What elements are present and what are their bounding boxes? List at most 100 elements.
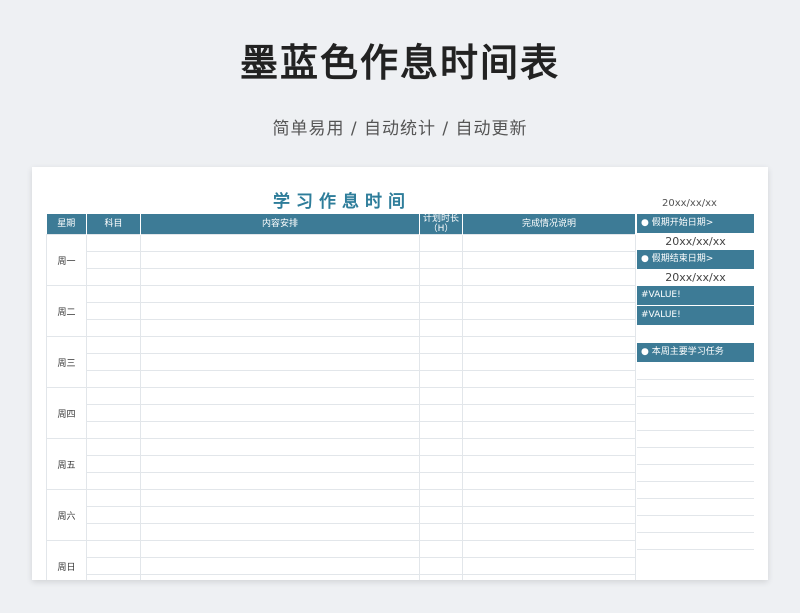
schedule-cell[interactable] (419, 387, 463, 405)
task-line[interactable] (637, 397, 754, 414)
task-line[interactable] (637, 448, 754, 465)
schedule-cell[interactable] (86, 268, 141, 286)
schedule-cell[interactable] (86, 285, 141, 303)
schedule-cell[interactable] (419, 336, 463, 354)
schedule-cell[interactable] (140, 387, 420, 405)
task-line[interactable] (637, 516, 754, 533)
schedule-cell[interactable] (419, 455, 463, 473)
schedule-cell[interactable] (140, 302, 420, 320)
schedule-cell[interactable] (86, 404, 141, 422)
schedule-cell[interactable] (86, 302, 141, 320)
task-line[interactable] (637, 380, 754, 397)
table-row (47, 353, 636, 371)
schedule-cell[interactable] (86, 574, 141, 580)
schedule-cell[interactable] (462, 404, 636, 422)
schedule-cell[interactable] (462, 455, 636, 473)
schedule-cell[interactable] (462, 285, 636, 303)
schedule-cell[interactable] (462, 302, 636, 320)
schedule-cell[interactable] (86, 387, 141, 405)
schedule-cell[interactable] (462, 387, 636, 405)
schedule-cell[interactable] (462, 489, 636, 507)
schedule-cell[interactable] (419, 319, 463, 337)
schedule-cell[interactable] (140, 353, 420, 371)
schedule-cell[interactable] (419, 234, 463, 252)
schedule-cell[interactable] (140, 489, 420, 507)
schedule-cell[interactable] (462, 234, 636, 252)
schedule-cell[interactable] (140, 404, 420, 422)
schedule-cell[interactable] (86, 489, 141, 507)
weekly-tasks-label: ● 本周主要学习任务 (637, 343, 754, 362)
task-line[interactable] (637, 465, 754, 482)
schedule-cell[interactable] (86, 506, 141, 524)
schedule-cell[interactable] (419, 557, 463, 575)
schedule-cell[interactable] (462, 353, 636, 371)
schedule-cell[interactable] (419, 472, 463, 490)
schedule-cell[interactable] (86, 336, 141, 354)
schedule-cell[interactable] (140, 574, 420, 580)
schedule-cell[interactable] (462, 540, 636, 558)
schedule-cell[interactable] (140, 285, 420, 303)
schedule-cell[interactable] (462, 438, 636, 456)
schedule-cell[interactable] (419, 285, 463, 303)
schedule-cell[interactable] (86, 557, 141, 575)
schedule-cell[interactable] (140, 251, 420, 269)
schedule-cell[interactable] (140, 523, 420, 541)
schedule-cell[interactable] (86, 234, 141, 252)
schedule-cell[interactable] (462, 523, 636, 541)
schedule-cell[interactable] (86, 421, 141, 439)
schedule-cell[interactable] (419, 268, 463, 286)
schedule-cell[interactable] (140, 268, 420, 286)
schedule-cell[interactable] (140, 336, 420, 354)
schedule-cell[interactable] (419, 540, 463, 558)
end-date-value[interactable]: 20xx/xx/xx (637, 270, 754, 286)
schedule-cell[interactable] (462, 268, 636, 286)
schedule-cell[interactable] (140, 421, 420, 439)
schedule-cell[interactable] (86, 438, 141, 456)
schedule-cell[interactable] (419, 506, 463, 524)
schedule-cell[interactable] (419, 523, 463, 541)
schedule-cell[interactable] (462, 557, 636, 575)
schedule-cell[interactable] (419, 489, 463, 507)
schedule-cell[interactable] (419, 404, 463, 422)
schedule-cell[interactable] (140, 455, 420, 473)
schedule-cell[interactable] (86, 370, 141, 388)
schedule-cell[interactable] (140, 540, 420, 558)
schedule-cell[interactable] (462, 506, 636, 524)
schedule-cell[interactable] (86, 472, 141, 490)
schedule-cell[interactable] (86, 523, 141, 541)
schedule-cell[interactable] (140, 472, 420, 490)
schedule-cell[interactable] (419, 353, 463, 371)
schedule-cell[interactable] (419, 574, 463, 580)
schedule-cell[interactable] (86, 251, 141, 269)
schedule-cell[interactable] (462, 336, 636, 354)
schedule-cell[interactable] (86, 319, 141, 337)
schedule-cell[interactable] (86, 353, 141, 371)
schedule-cell[interactable] (140, 557, 420, 575)
task-line[interactable] (637, 414, 754, 431)
schedule-cell[interactable] (140, 319, 420, 337)
table-row: 周四 (46, 387, 636, 439)
schedule-cell[interactable] (462, 319, 636, 337)
schedule-cell[interactable] (462, 370, 636, 388)
schedule-cell[interactable] (419, 438, 463, 456)
task-line[interactable] (637, 533, 754, 550)
task-line[interactable] (637, 482, 754, 499)
task-line[interactable] (637, 363, 754, 380)
schedule-cell[interactable] (419, 370, 463, 388)
start-date-value[interactable]: 20xx/xx/xx (637, 234, 754, 250)
schedule-cell[interactable] (462, 472, 636, 490)
schedule-cell[interactable] (462, 574, 636, 580)
task-line[interactable] (637, 499, 754, 516)
schedule-cell[interactable] (140, 506, 420, 524)
schedule-cell[interactable] (462, 251, 636, 269)
schedule-cell[interactable] (140, 438, 420, 456)
schedule-cell[interactable] (419, 302, 463, 320)
task-line[interactable] (637, 431, 754, 448)
schedule-cell[interactable] (462, 421, 636, 439)
schedule-cell[interactable] (140, 234, 420, 252)
schedule-cell[interactable] (419, 421, 463, 439)
schedule-cell[interactable] (140, 370, 420, 388)
schedule-cell[interactable] (86, 540, 141, 558)
schedule-cell[interactable] (86, 455, 141, 473)
schedule-cell[interactable] (419, 251, 463, 269)
